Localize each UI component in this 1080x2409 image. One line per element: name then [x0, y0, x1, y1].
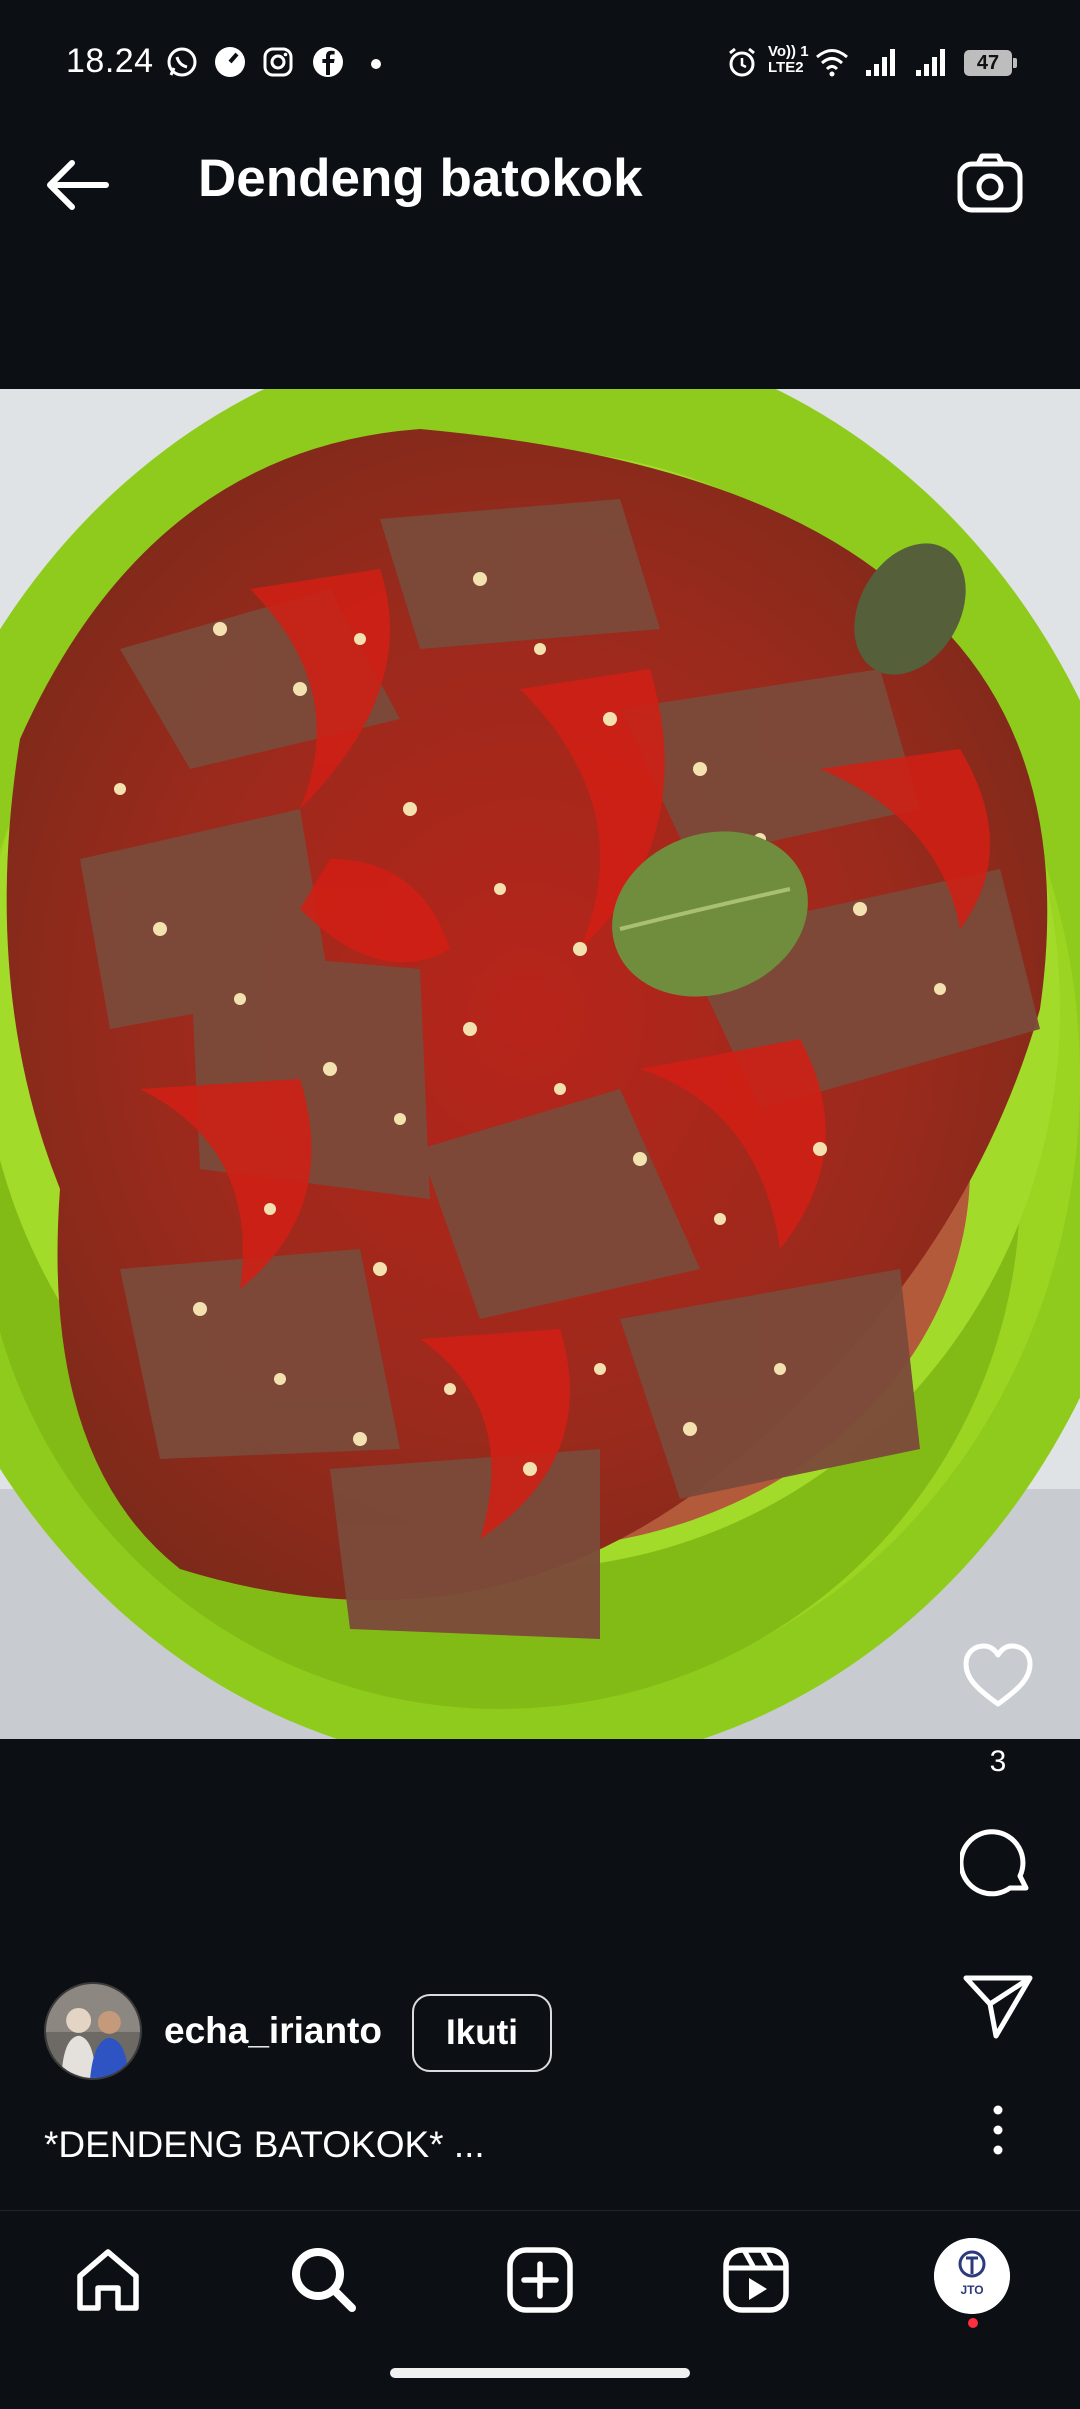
home-indicator[interactable] — [390, 2368, 690, 2378]
author-username[interactable]: echa_irianto — [164, 2010, 382, 2052]
back-button[interactable] — [40, 150, 116, 220]
alarm-icon — [724, 44, 760, 80]
post-image[interactable] — [0, 389, 1080, 1739]
like-button[interactable] — [960, 1640, 1036, 1712]
more-notifications-icon — [358, 44, 394, 80]
search-icon — [292, 2248, 356, 2312]
profile-logo-icon: JTO — [934, 2238, 1010, 2314]
send-icon — [963, 1975, 1033, 2039]
speedometer-icon — [212, 44, 248, 80]
comment-icon — [958, 1829, 1029, 1897]
facebook-icon — [310, 44, 346, 80]
follow-button[interactable]: Ikuti — [412, 1994, 552, 2072]
wifi-icon — [814, 44, 850, 80]
heart-icon — [963, 1643, 1033, 1707]
notification-dot — [968, 2318, 978, 2328]
arrow-left-icon — [47, 160, 109, 210]
nav-create[interactable] — [500, 2240, 580, 2320]
battery-indicator: 47 — [964, 50, 1017, 76]
network-type: Vo)) 1 LTE2 — [768, 43, 809, 76]
plus-square-icon — [507, 2247, 573, 2313]
signal-2-icon — [912, 44, 948, 80]
status-bar: 18.24 Vo)) 1 LTE2 47 — [0, 0, 1080, 100]
post-caption[interactable]: *DENDENG BATOKOK* ... — [44, 2124, 485, 2166]
nav-profile[interactable]: JTO — [934, 2238, 1010, 2314]
page-title: Dendeng batokok — [198, 149, 643, 208]
author-avatar[interactable] — [44, 1982, 142, 2080]
svg-text:JTO: JTO — [960, 2283, 983, 2297]
signal-1-icon — [862, 44, 898, 80]
status-time: 18.24 — [66, 42, 154, 80]
nav-home[interactable] — [68, 2240, 148, 2320]
instagram-icon — [260, 44, 296, 80]
more-vertical-icon — [993, 2105, 1003, 2155]
nav-reels[interactable] — [716, 2240, 796, 2320]
more-options-button[interactable] — [980, 2100, 1016, 2160]
whatsapp-icon — [164, 44, 200, 80]
camera-button[interactable] — [954, 148, 1026, 220]
nav-search[interactable] — [284, 2240, 364, 2320]
like-count: 3 — [989, 1745, 1007, 1778]
reels-icon — [723, 2247, 789, 2313]
home-icon — [77, 2249, 139, 2311]
comment-button[interactable] — [958, 1826, 1036, 1902]
share-button[interactable] — [960, 1970, 1036, 2042]
camera-icon — [957, 153, 1023, 213]
